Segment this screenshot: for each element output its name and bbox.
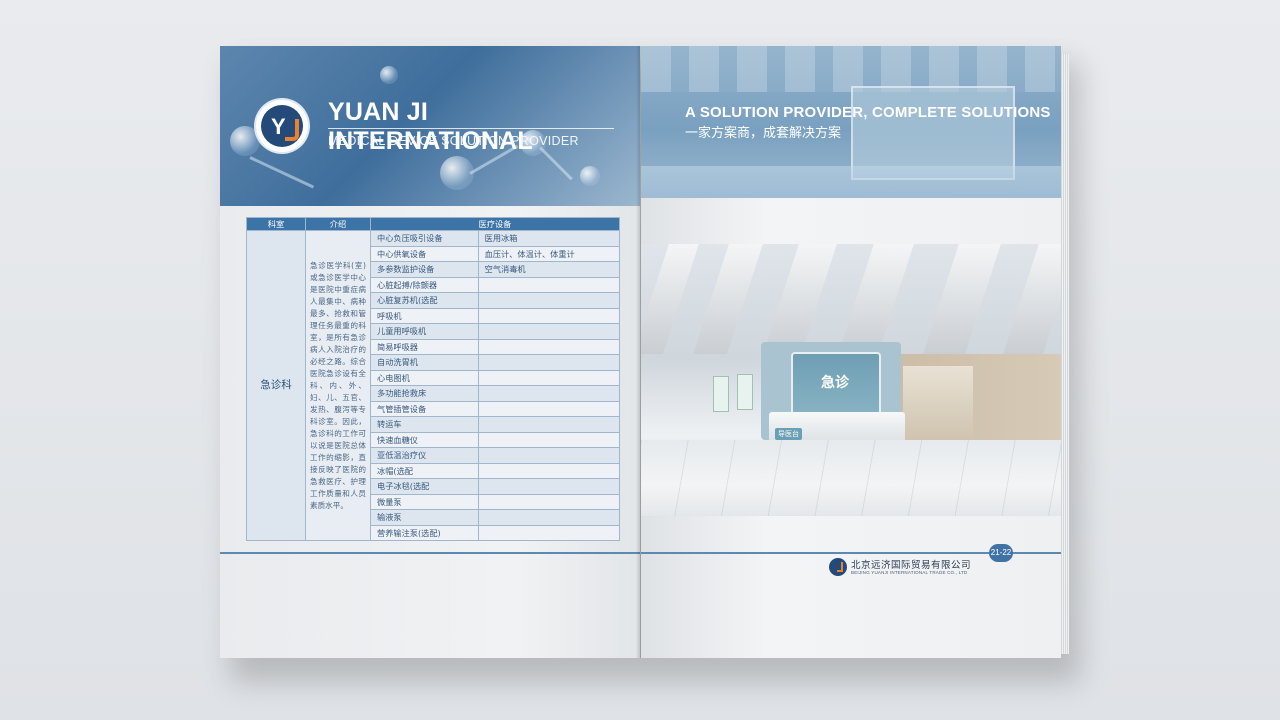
floor-tiles <box>641 440 1061 516</box>
footer-divider <box>220 552 640 554</box>
ceiling-slat <box>693 244 763 354</box>
left-page-header: Y YUAN JI INTERNATIONAL MEDICAL DEVICE S… <box>220 46 640 206</box>
emergency-sign: 急诊 <box>791 352 881 418</box>
equipment-cell-secondary <box>477 416 621 433</box>
equipment-cell: 转运车 <box>370 416 479 433</box>
equipment-cell: 中心供氧设备 <box>370 245 479 262</box>
equipment-cell-secondary <box>477 338 621 355</box>
reception-desk-label: 导医台 <box>775 428 802 440</box>
table-row: 急诊科 急诊医学科(室)或急诊医学中心是医院中重症病人最集中、病种最多、抢救和管理… <box>246 230 621 541</box>
page-number: 21-22 <box>989 544 1013 562</box>
molecule-icon <box>580 166 600 186</box>
equipment-cell-secondary <box>477 276 621 293</box>
equipment-cell: 自动洗胃机 <box>370 354 479 371</box>
yuanji-logo-icon: Y <box>256 100 308 152</box>
equipment-cell: 中心负压吸引设备 <box>370 230 479 247</box>
footer-company-en: BEIJING YUANJI INTERNATIONAL TRADE CO., … <box>851 570 968 575</box>
equipment-cell: 亚低温治疗仪 <box>370 447 479 464</box>
footer-company-cn: 北京远济国际贸易有限公司 <box>851 560 972 571</box>
brand-divider <box>328 128 614 129</box>
equipment-cell-secondary <box>477 462 621 479</box>
equipment-cell: 多参数监护设备 <box>370 261 479 278</box>
equipment-cell: 电子冰毯(选配 <box>370 478 479 495</box>
equipment-cell-secondary <box>477 431 621 448</box>
equipment-cell-secondary: 医用冰箱 <box>477 230 621 247</box>
brochure-left-page: Y YUAN JI INTERNATIONAL MEDICAL DEVICE S… <box>220 46 640 658</box>
ceiling-slat <box>838 244 914 354</box>
header-introduction: 介绍 <box>305 217 371 231</box>
equipment-cell-secondary: 血压计、体温计、体重计 <box>477 245 621 262</box>
equipment-cell: 快速血糖仪 <box>370 431 479 448</box>
equipment-cell: 心脏起搏/除颤器 <box>370 276 479 293</box>
brand-subtitle: MEDICAL DEVICE SOLUTION PROVIDER <box>328 134 579 148</box>
equipment-cell: 冰帽(选配 <box>370 462 479 479</box>
ceiling-slat <box>1003 244 1061 354</box>
footer-logo-icon <box>829 558 847 576</box>
corridor <box>903 366 973 442</box>
ceiling-slat <box>923 244 1001 354</box>
equipment-cell: 心电图机 <box>370 369 479 386</box>
equipment-cell-secondary <box>477 524 621 541</box>
subheadline: 一家方案商，成套解决方案 <box>685 126 842 141</box>
equipment-cell-secondary <box>477 493 621 510</box>
ceiling-slat <box>763 244 837 354</box>
equipment-cell: 多功能抢救床 <box>370 385 479 402</box>
header-equipment: 医疗设备 <box>370 217 620 231</box>
equipment-cell-secondary <box>477 478 621 495</box>
equipment-table: 科室 介绍 医疗设备 急诊科 急诊医学科(室)或急诊医学中心是医院中重症病人最集中… <box>246 217 621 541</box>
wall-poster <box>713 376 729 412</box>
equipment-cell-secondary <box>477 307 621 324</box>
equipment-cell: 呼吸机 <box>370 307 479 324</box>
emergency-hall-photo: 急诊 导医台 <box>641 244 1061 516</box>
page-edges <box>1061 54 1069 654</box>
equipment-cell-secondary <box>477 323 621 340</box>
equipment-cell: 微量泵 <box>370 493 479 510</box>
equipment-cell: 简易呼吸器 <box>370 338 479 355</box>
brochure-right-page: A SOLUTION PROVIDER, COMPLETE SOLUTIONS … <box>641 46 1061 658</box>
introduction-cell: 急诊医学科(室)或急诊医学中心是医院中重症病人最集中、病种最多、抢救和管理任务最… <box>305 230 371 541</box>
header-department: 科室 <box>246 217 306 231</box>
corridor-floor <box>641 166 1061 198</box>
equipment-cell-secondary <box>477 400 621 417</box>
equipment-cell-secondary <box>477 292 621 309</box>
equipment-cell: 输液泵 <box>370 509 479 526</box>
equipment-cell: 营养输注泵(选配) <box>370 524 479 541</box>
department-cell: 急诊科 <box>246 230 306 541</box>
table-header-row: 科室 介绍 医疗设备 <box>246 217 620 231</box>
equipment-cell-secondary: 空气消毒机 <box>477 261 621 278</box>
ceiling-slat <box>641 244 699 354</box>
equipment-cell-secondary <box>477 509 621 526</box>
equipment-cell-secondary <box>477 385 621 402</box>
equipment-cell-secondary <box>477 369 621 386</box>
molecule-icon <box>380 66 398 84</box>
right-page-header: A SOLUTION PROVIDER, COMPLETE SOLUTIONS … <box>641 46 1061 198</box>
equipment-cell: 儿童用呼吸机 <box>370 323 479 340</box>
equipment-cell: 气管插管设备 <box>370 400 479 417</box>
equipment-cell: 心脏复苏机(选配 <box>370 292 479 309</box>
molecule-bond <box>249 156 315 189</box>
headline: A SOLUTION PROVIDER, COMPLETE SOLUTIONS <box>685 104 1051 121</box>
wall-poster <box>737 374 753 410</box>
equipment-cell-secondary <box>477 447 621 464</box>
emergency-sign-text: 急诊 <box>821 375 849 391</box>
equipment-cell-secondary <box>477 354 621 371</box>
